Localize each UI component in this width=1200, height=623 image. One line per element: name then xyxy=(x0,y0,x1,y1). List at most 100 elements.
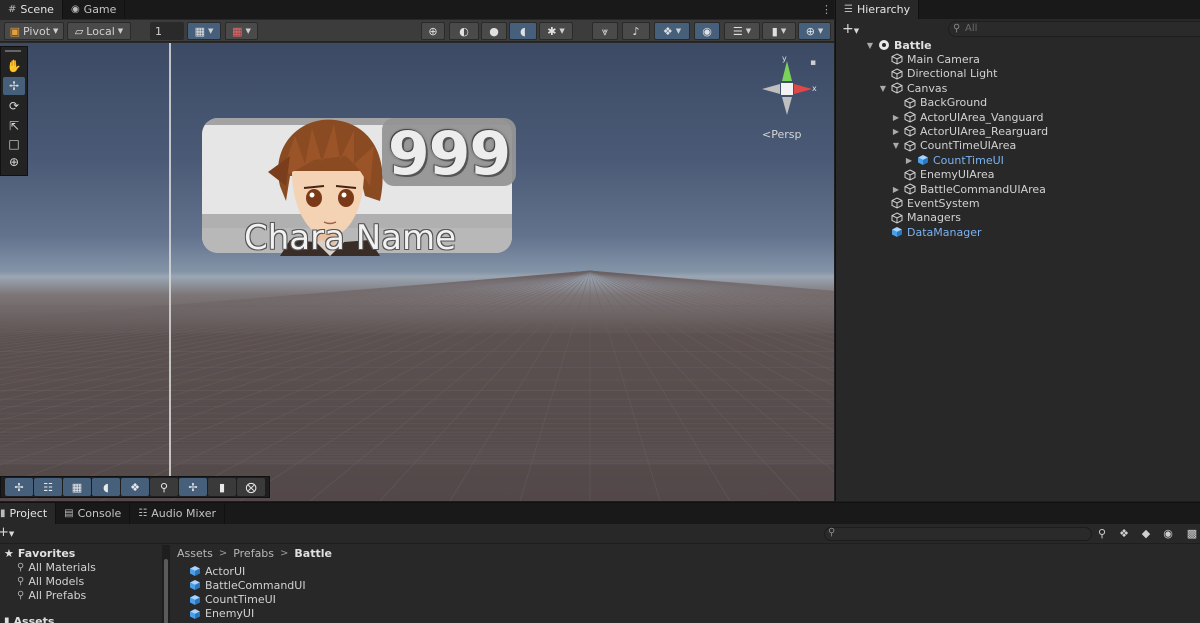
camera-settings-button[interactable]: ▮ ▼ xyxy=(762,22,796,40)
hidden-packages-icon[interactable]: ▩ xyxy=(1184,527,1200,541)
move-tool-button[interactable]: ✢ xyxy=(3,77,25,95)
favorite-all-prefabs[interactable]: ⚲ All Prefabs xyxy=(17,588,86,602)
breadcrumb-prefabs[interactable]: Prefabs xyxy=(233,547,274,560)
hierarchy-item-label: CountTimeUI xyxy=(933,153,1004,167)
collapse-arrow-icon[interactable]: ▶ xyxy=(905,156,913,165)
search-icon: ⚲ xyxy=(17,575,25,587)
overlay-search-button[interactable]: ⚲ xyxy=(150,478,178,496)
breadcrumb-battle[interactable]: Battle xyxy=(294,547,332,560)
prefab-cube-icon xyxy=(918,155,928,166)
overlay-camera-button[interactable]: ▮ xyxy=(208,478,236,496)
expand-arrow-icon[interactable]: ▼ xyxy=(892,141,900,150)
scene-layers-button[interactable]: ☰ ▼ xyxy=(724,22,760,40)
gameobject-cube-icon xyxy=(891,68,903,80)
asset-item-enemyui[interactable]: EnemyUI xyxy=(189,607,254,621)
unlit-shading-button[interactable]: ◖ xyxy=(509,22,537,40)
rotate-tool-button[interactable]: ⟳ xyxy=(3,97,25,115)
create-asset-button[interactable]: +▼ xyxy=(0,525,14,540)
breadcrumb-assets[interactable]: Assets xyxy=(177,547,213,560)
hierarchy-item-enemyuiarea[interactable]: EnemyUIArea xyxy=(892,168,995,182)
wireframe-shading-button[interactable]: ⊕ xyxy=(421,22,445,40)
overlay-grid-button[interactable]: ▦ xyxy=(63,478,91,496)
hand-tool-button[interactable]: ✋ xyxy=(3,57,25,75)
warning-info-icon[interactable]: ◉ xyxy=(1160,527,1176,541)
hierarchy-search-input[interactable]: ⚲ All xyxy=(948,21,1200,37)
move-icon: ✢ xyxy=(8,79,20,93)
filter-by-label-icon[interactable]: ◆ xyxy=(1138,527,1154,541)
debug-draw-mode-button[interactable]: ✱ ▼ xyxy=(539,22,573,40)
space-dropdown[interactable]: ▱ Local ▼ xyxy=(67,22,131,40)
rect-tool-button[interactable]: □ xyxy=(3,135,25,153)
shaded-button[interactable]: ● xyxy=(481,22,507,40)
scene-viewport[interactable] xyxy=(0,43,834,501)
persp-arrow-icon: < xyxy=(762,128,772,141)
grid-snap-field[interactable]: 1 xyxy=(150,22,184,40)
scale-tool-button[interactable]: ⇱ xyxy=(3,117,25,135)
overlay-navigation-button[interactable]: ⨂ xyxy=(237,478,265,496)
lock-icon[interactable]: ▪ xyxy=(810,58,816,68)
expand-arrow-icon[interactable]: ▼ xyxy=(866,41,874,50)
hierarchy-item-actoruiarea-vanguard[interactable]: ▶ ActorUIArea_Vanguard xyxy=(892,110,1044,124)
tab-project[interactable]: ▮ Project xyxy=(0,503,57,524)
project-search-input[interactable]: ⚲ xyxy=(824,527,1092,541)
orient-icon: ✢ xyxy=(188,480,198,494)
favorite-all-materials[interactable]: ⚲ All Materials xyxy=(17,560,96,574)
tab-hierarchy[interactable]: ☰ Hierarchy xyxy=(836,0,920,19)
shading-icon: ◖ xyxy=(103,480,109,494)
overlay-move-button[interactable]: ✢ xyxy=(5,478,33,496)
expand-arrow-icon[interactable]: ▼ xyxy=(879,84,887,93)
effects-button[interactable]: ❖ ▼ xyxy=(654,22,690,40)
transform-tool-button[interactable]: ⊕ xyxy=(3,153,25,171)
hierarchy-item-managers[interactable]: Managers xyxy=(879,211,961,225)
hierarchy-item-label: Main Camera xyxy=(907,52,980,66)
search-by-type-icon[interactable]: ⚲ xyxy=(1094,527,1110,541)
pivot-dropdown[interactable]: ▣ Pivot ▼ xyxy=(4,22,64,40)
collapse-arrow-icon[interactable]: ▶ xyxy=(892,127,900,136)
overlay-layers-button[interactable]: ❖ xyxy=(121,478,149,496)
persp-label[interactable]: <Persp xyxy=(762,128,801,141)
tab-scene[interactable]: # Scene xyxy=(0,0,63,19)
asset-item-counttimeui[interactable]: CountTimeUI xyxy=(189,593,276,607)
shaded-wireframe-button[interactable]: ◐ xyxy=(449,22,479,40)
assets-folder-header[interactable]: ▮ Assets xyxy=(4,614,54,623)
hierarchy-item-background[interactable]: BackGround xyxy=(892,96,987,110)
hierarchy-item-datamanager[interactable]: DataManager xyxy=(879,225,981,239)
toggle-2d-button[interactable]: ⩔ xyxy=(592,22,618,40)
collapse-arrow-icon[interactable]: ▶ xyxy=(892,113,900,122)
tab-audio-mixer[interactable]: ☷ Audio Mixer xyxy=(130,503,226,524)
overlay-orient-button[interactable]: ✢ xyxy=(179,478,207,496)
asset-item-battlecommandui[interactable]: BattleCommandUI xyxy=(189,578,306,592)
favorite-all-models[interactable]: ⚲ All Models xyxy=(17,574,84,588)
overlay-shading-button[interactable]: ◖ xyxy=(92,478,120,496)
add-object-button[interactable]: +▼ xyxy=(842,21,859,37)
collapse-arrow-icon[interactable]: ▶ xyxy=(892,185,900,194)
folder-tree-scrollbar[interactable] xyxy=(164,559,168,623)
tab-console[interactable]: ▤ Console xyxy=(56,503,131,524)
gizmos-button[interactable]: ⊕ ▼ xyxy=(798,22,831,40)
hierarchy-item-counttimeuiarea[interactable]: ▼ CountTimeUIArea xyxy=(892,139,1016,153)
hierarchy-item-directional-light[interactable]: Directional Light xyxy=(879,67,997,81)
hierarchy-item-eventsystem[interactable]: EventSystem xyxy=(879,196,980,210)
overlay-pivot-button[interactable]: ☷ xyxy=(34,478,62,496)
grid-visibility-button[interactable]: ▦ ▼ xyxy=(187,22,221,40)
hierarchy-item-main-camera[interactable]: Main Camera xyxy=(879,52,980,66)
tool-palette: ✋ ✢ ⟳ ⇱ □ ⊕ xyxy=(0,46,28,176)
orientation-gizmo[interactable]: y x ▪ xyxy=(752,53,822,123)
hierarchy-item-counttimeui[interactable]: ▶ CountTimeUI xyxy=(905,153,1004,167)
scene-panel-menu-icon[interactable]: ⋮ xyxy=(821,0,832,19)
scene-visibility-button[interactable]: ◉ xyxy=(694,22,720,40)
rect-icon: □ xyxy=(8,137,20,151)
palette-drag-handle[interactable] xyxy=(5,50,21,52)
gameobject-cube-icon xyxy=(904,111,916,123)
favorites-header[interactable]: ★ Favorites xyxy=(4,546,75,560)
grid-snapping-button[interactable]: ▦ ▼ xyxy=(225,22,258,40)
hierarchy-item-actoruiarea-rearguard[interactable]: ▶ ActorUIArea_Rearguard xyxy=(892,124,1048,138)
tab-game[interactable]: ◉ Game xyxy=(63,0,126,19)
toggle-audio-button[interactable]: ♪ xyxy=(622,22,650,40)
search-icon: ⚲ xyxy=(17,561,25,573)
hierarchy-item-battlecommanduiarea[interactable]: ▶ BattleCommandUIArea xyxy=(892,182,1046,196)
asset-item-actorui[interactable]: ActorUI xyxy=(189,564,245,578)
hierarchy-item-canvas[interactable]: ▼ Canvas xyxy=(879,81,947,95)
filter-by-type-icon[interactable]: ❖ xyxy=(1116,527,1132,541)
hierarchy-item-battle[interactable]: ▼ Battle xyxy=(866,38,932,52)
